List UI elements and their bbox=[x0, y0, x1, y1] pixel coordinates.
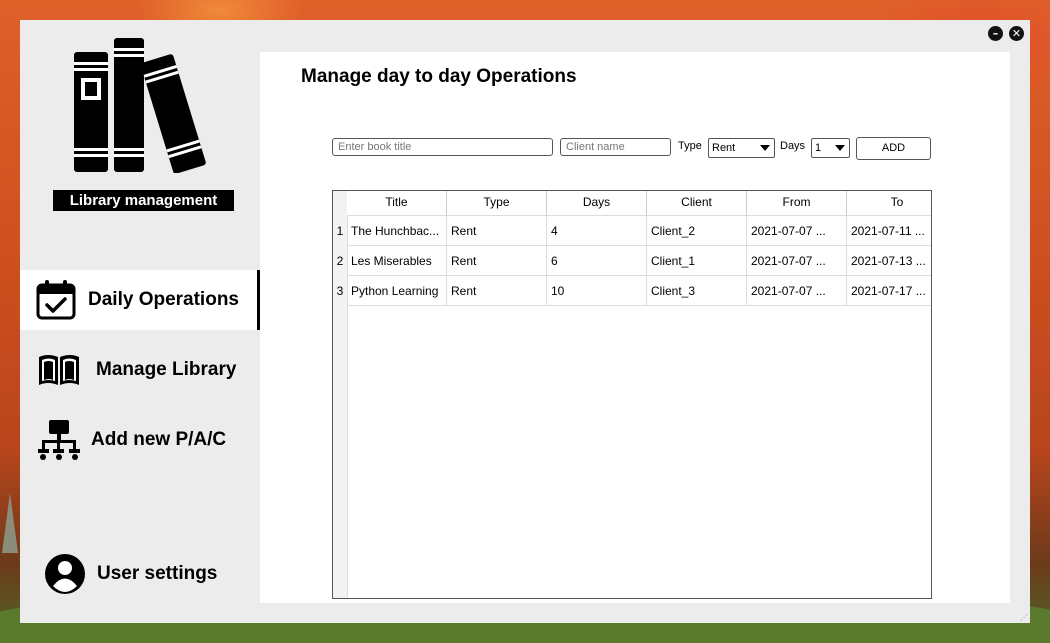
column-header-client[interactable]: Client bbox=[647, 191, 747, 216]
row-number: 3 bbox=[333, 276, 347, 306]
table-cell[interactable]: Rent bbox=[447, 246, 547, 276]
user-settings-label: User settings bbox=[97, 563, 218, 584]
table-row[interactable]: 3 Python Learning Rent 10 Client_3 2021-… bbox=[333, 276, 931, 306]
column-header-type[interactable]: Type bbox=[447, 191, 547, 216]
type-select-value: Rent bbox=[712, 142, 736, 154]
table-cell[interactable]: Les Miserables bbox=[347, 246, 447, 276]
operations-table[interactable]: Title Type Days Client From To 1 The Hun… bbox=[332, 190, 932, 599]
table-cell[interactable]: Client_1 bbox=[647, 246, 747, 276]
table-row[interactable]: 1 The Hunchbac... Rent 4 Client_2 2021-0… bbox=[333, 216, 931, 246]
days-label: Days bbox=[780, 140, 806, 152]
table-cell[interactable]: 2021-07-07 ... bbox=[747, 276, 847, 306]
table-cell[interactable]: Rent bbox=[447, 276, 547, 306]
resize-grip-icon[interactable]: ⋰ bbox=[1020, 613, 1028, 622]
table-cell[interactable]: 6 bbox=[547, 246, 647, 276]
table-cell[interactable]: 4 bbox=[547, 216, 647, 246]
column-header-days[interactable]: Days bbox=[547, 191, 647, 216]
table-cell[interactable]: 2021-07-11 ... bbox=[847, 216, 931, 246]
nav-item-add-new[interactable]: Add new P/A/C bbox=[20, 410, 260, 470]
main-panel: Manage day to day Operations Enter book … bbox=[260, 52, 1010, 603]
page-title: Manage day to day Operations bbox=[301, 66, 577, 87]
close-button[interactable]: ✕ bbox=[1009, 26, 1024, 41]
table-cell[interactable]: Client_3 bbox=[647, 276, 747, 306]
open-book-icon bbox=[39, 355, 79, 385]
table-cell[interactable]: Python Learning bbox=[347, 276, 447, 306]
app-window: – ✕ Library management Daily Operations … bbox=[20, 20, 1030, 623]
table-cell[interactable]: 2021-07-07 ... bbox=[747, 216, 847, 246]
type-select[interactable]: Rent bbox=[708, 138, 775, 158]
nav-label-manage-library: Manage Library bbox=[96, 359, 237, 380]
table-cell[interactable]: 2021-07-17 ... bbox=[847, 276, 931, 306]
column-header-to[interactable]: To bbox=[847, 191, 931, 216]
wallpaper-spike bbox=[2, 493, 18, 553]
books-logo-icon bbox=[74, 38, 206, 173]
table-cell[interactable]: Rent bbox=[447, 216, 547, 246]
table-cell[interactable]: 2021-07-13 ... bbox=[847, 246, 931, 276]
nav-item-manage-library[interactable]: Manage Library bbox=[20, 340, 260, 400]
calendar-check-icon bbox=[36, 280, 76, 320]
column-header-from[interactable]: From bbox=[747, 191, 847, 216]
add-button[interactable]: ADD bbox=[856, 137, 931, 160]
nav-item-daily-operations[interactable]: Daily Operations bbox=[20, 270, 260, 330]
client-name-input[interactable]: Client name bbox=[560, 138, 671, 156]
table-cell[interactable]: Client_2 bbox=[647, 216, 747, 246]
nav-label-daily-operations: Daily Operations bbox=[88, 289, 239, 310]
row-number: 1 bbox=[333, 216, 347, 246]
table-cell[interactable]: 2021-07-07 ... bbox=[747, 246, 847, 276]
user-settings-button[interactable]: User settings bbox=[20, 544, 260, 604]
column-header-title[interactable]: Title bbox=[347, 191, 447, 216]
days-select[interactable]: 1 bbox=[811, 138, 850, 158]
table-cell[interactable]: The Hunchbac... bbox=[347, 216, 447, 246]
book-title-input[interactable]: Enter book title bbox=[332, 138, 553, 156]
table-cell[interactable]: 10 bbox=[547, 276, 647, 306]
chevron-down-icon bbox=[835, 145, 845, 151]
chevron-down-icon bbox=[760, 145, 770, 151]
app-name-label: Library management bbox=[53, 190, 234, 211]
days-select-value: 1 bbox=[815, 142, 822, 154]
minimize-button[interactable]: – bbox=[988, 26, 1003, 41]
row-number: 2 bbox=[333, 246, 347, 276]
nav-label-add-new: Add new P/A/C bbox=[91, 429, 227, 450]
user-circle-icon bbox=[45, 554, 85, 594]
sidebar: Library management Daily Operations Mana… bbox=[20, 20, 260, 623]
sitemap-icon bbox=[38, 420, 80, 460]
type-label: Type bbox=[678, 140, 702, 152]
table-row[interactable]: 2 Les Miserables Rent 6 Client_1 2021-07… bbox=[333, 246, 931, 276]
